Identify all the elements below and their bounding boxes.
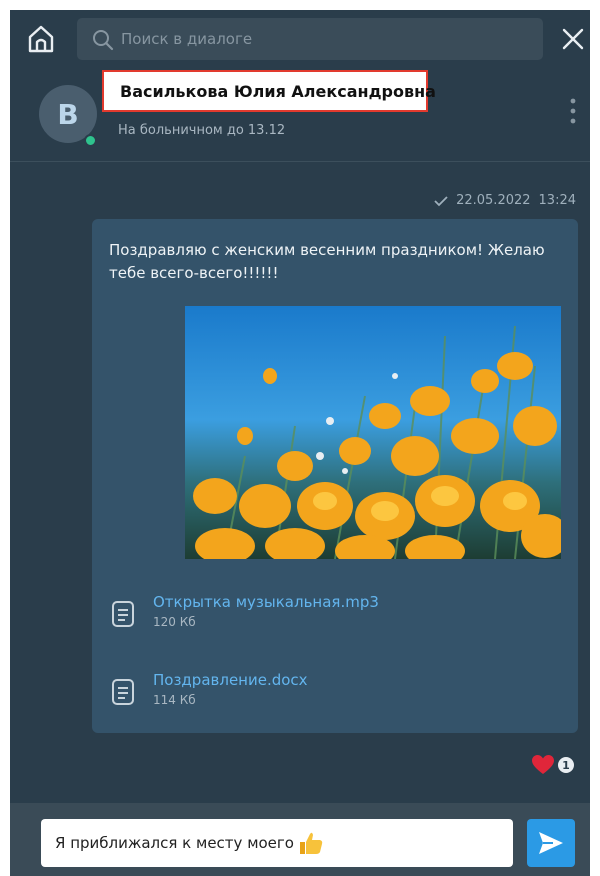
- attachment-name[interactable]: Поздравление.docx: [153, 671, 308, 689]
- chat-window: В Василькова Юлия Александровна На больн…: [10, 10, 590, 876]
- message-composer: Я приближался к месту моего: [10, 803, 590, 876]
- reaction-badge[interactable]: 1: [532, 753, 574, 777]
- checkmark-icon: [434, 195, 448, 206]
- document-icon: [112, 601, 134, 627]
- top-bar: [10, 10, 590, 70]
- kebab-menu-icon: [570, 98, 576, 124]
- search-field[interactable]: [77, 18, 543, 60]
- message-text: Поздравляю с женским весенним праздником…: [109, 241, 545, 282]
- attachment-item[interactable]: Поздравление.docx 114 Кб: [109, 669, 509, 709]
- close-icon: [562, 28, 584, 50]
- home-icon: [28, 25, 54, 53]
- message-bubble[interactable]: Поздравляю с женским весенним праздником…: [92, 219, 578, 733]
- message-time: 13:24: [538, 193, 576, 208]
- contact-name[interactable]: Василькова Юлия Александровна: [120, 82, 436, 101]
- search-icon: [93, 30, 114, 51]
- attachment-size: 114 Кб: [153, 693, 196, 707]
- document-icon: [112, 679, 134, 705]
- close-button[interactable]: [560, 26, 586, 52]
- attachment-size: 120 Кб: [153, 615, 196, 629]
- message-input[interactable]: Я приближался к месту моего: [41, 819, 513, 867]
- online-status-indicator: [84, 134, 97, 147]
- attachment-name[interactable]: Открытка музыкальная.mp3: [153, 593, 379, 611]
- flowers-image: [185, 306, 561, 559]
- contact-status: На больничном до 13.12: [118, 123, 286, 138]
- message-date: 22.05.2022: [456, 193, 531, 208]
- more-options-button[interactable]: [565, 96, 581, 126]
- dialog-header: В Василькова Юлия Александровна На больн…: [10, 70, 590, 162]
- message-list[interactable]: 22.05.2022 13:24 Поздравляю с женским ве…: [10, 163, 590, 803]
- send-icon: [539, 832, 563, 854]
- reaction-count: 1: [558, 757, 574, 773]
- send-button[interactable]: [527, 819, 575, 867]
- thumbs-up-icon: [299, 832, 323, 854]
- flowers-photo[interactable]: [185, 306, 561, 559]
- message-meta: 22.05.2022 13:24: [434, 193, 576, 208]
- highlight-box: Василькова Юлия Александровна: [102, 70, 436, 112]
- message-draft: Я приближался к месту моего: [55, 834, 294, 852]
- heart-icon: [532, 755, 554, 774]
- search-input[interactable]: [121, 18, 531, 60]
- home-button[interactable]: [24, 22, 58, 56]
- attachment-item[interactable]: Открытка музыкальная.mp3 120 Кб: [109, 591, 509, 631]
